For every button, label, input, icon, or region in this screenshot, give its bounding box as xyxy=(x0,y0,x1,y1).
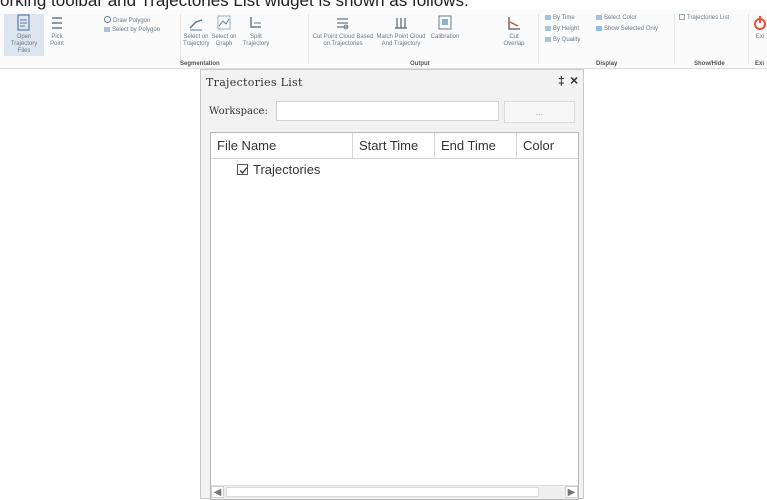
polygon-icon xyxy=(104,16,111,23)
select-trajectory-icon xyxy=(189,19,203,31)
split-icon xyxy=(250,17,261,28)
checkbox-icon xyxy=(679,14,685,20)
panel-title: Trajectories List xyxy=(206,76,303,89)
by-height-button[interactable]: By Height xyxy=(545,25,579,33)
cut-cloud-icon xyxy=(337,18,349,30)
split-trajectory-button[interactable]: Split Trajectory xyxy=(241,14,271,48)
checkbox-checked-icon[interactable] xyxy=(237,164,248,175)
group-label-output: Output xyxy=(410,61,430,67)
graph-icon xyxy=(217,15,231,30)
workspace-input[interactable] xyxy=(276,101,499,121)
separator xyxy=(674,14,675,64)
separator xyxy=(538,14,539,64)
column-file-name[interactable]: File Name xyxy=(211,133,353,158)
draw-polygon-button[interactable]: Draw Polygon xyxy=(104,16,150,25)
select-on-graph-button[interactable]: Select on Graph xyxy=(211,14,237,48)
horizontal-scrollbar[interactable]: ◀ ▶ xyxy=(211,485,578,499)
close-icon[interactable]: × xyxy=(570,72,578,88)
height-icon xyxy=(545,26,551,31)
scrollbar-thumb[interactable] xyxy=(226,487,539,497)
show-selected-only-button[interactable]: Show Selected Only xyxy=(596,25,658,33)
quality-icon xyxy=(545,37,551,42)
cut-overlap-button[interactable]: Cut Overlap xyxy=(500,14,528,48)
open-file-icon xyxy=(17,14,30,31)
select-on-trajectory-button[interactable]: Select on Trajectory xyxy=(183,14,209,48)
scroll-right-icon[interactable]: ▶ xyxy=(565,486,578,498)
tree-item-label: Trajectories xyxy=(253,162,321,177)
trajectory-tree[interactable]: File Name Start Time End Time Color Traj… xyxy=(210,132,579,500)
calibration-button[interactable]: Calibration xyxy=(428,14,462,41)
cut-point-cloud-button[interactable]: Cut Point Cloud Based on Trajectories xyxy=(312,14,374,48)
match-icon xyxy=(395,18,407,29)
separator xyxy=(308,14,309,64)
group-label-exit: Exi xyxy=(755,61,765,67)
calibration-icon xyxy=(438,15,452,30)
scroll-left-icon[interactable]: ◀ xyxy=(211,486,224,498)
tree-item[interactable]: Trajectories xyxy=(237,162,320,178)
tree-header: File Name Start Time End Time Color xyxy=(211,133,578,159)
select-color-button[interactable]: Select Color xyxy=(596,14,637,22)
separator xyxy=(180,14,181,64)
select-by-polygon-button[interactable]: Select by Polygon xyxy=(104,26,160,34)
column-color[interactable]: Color xyxy=(517,133,578,158)
color-icon xyxy=(596,15,602,20)
by-time-button[interactable]: By Time xyxy=(545,14,575,22)
group-label-display: Display xyxy=(596,61,618,67)
column-start-time[interactable]: Start Time xyxy=(353,133,435,158)
open-trajectory-button[interactable]: Open Trajectory Files xyxy=(4,14,44,56)
workspace-label: Workspace: xyxy=(209,106,268,117)
match-point-cloud-button[interactable]: Match Point Cloud And Trajectory xyxy=(376,14,426,48)
browse-button[interactable]: ... xyxy=(504,101,575,123)
group-label-segmentation: Segmentation xyxy=(180,61,220,67)
trajectories-list-toggle[interactable]: Trajectories List xyxy=(679,14,729,22)
power-icon xyxy=(754,16,766,30)
pick-point-button[interactable]: Pick Point xyxy=(46,14,68,48)
separator xyxy=(748,14,749,64)
column-end-time[interactable]: End Time xyxy=(435,133,517,158)
ribbon-toolbar: Open Trajectory Files Pick Point Draw Po… xyxy=(0,10,767,69)
pin-icon[interactable]: ‡ xyxy=(558,74,565,88)
group-label-show-hide: Show/Hide xyxy=(694,61,725,67)
exit-button[interactable]: Exi xyxy=(752,14,767,41)
cut-overlap-icon xyxy=(508,17,520,30)
by-quality-button[interactable]: By Quality xyxy=(545,36,580,44)
pick-point-icon xyxy=(52,17,62,29)
show-selected-icon xyxy=(596,26,602,31)
select-polygon-icon xyxy=(104,27,110,32)
time-icon xyxy=(545,15,551,20)
trajectories-list-panel: Trajectories List ‡ × Workspace: ... Fil… xyxy=(200,69,584,500)
